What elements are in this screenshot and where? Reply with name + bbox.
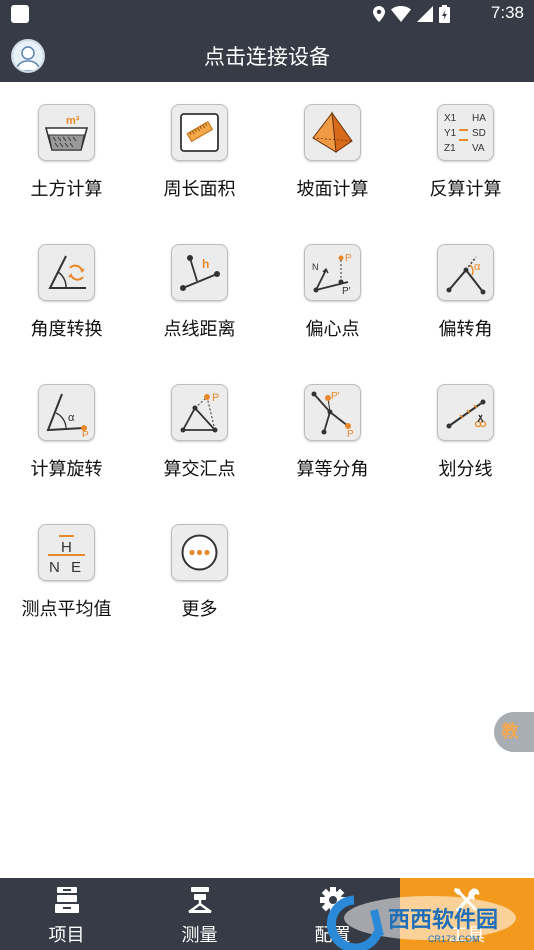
tool-divide-line[interactable]: 划分线 bbox=[399, 362, 532, 482]
tool-label: 更多 bbox=[181, 599, 218, 620]
tool-earthwork[interactable]: m³ 土方计算 bbox=[0, 82, 133, 202]
tool-point-average[interactable]: H N E 测点平均值 bbox=[0, 502, 133, 622]
tool-label: 反算计算 bbox=[429, 179, 502, 200]
tool-label: 偏心点 bbox=[305, 319, 360, 340]
svg-text:Z1: Z1 bbox=[444, 143, 456, 154]
svg-text:E: E bbox=[71, 559, 81, 576]
app-bar: 点击连接设备 bbox=[0, 28, 534, 82]
tool-intersection-point[interactable]: P 算交汇点 bbox=[133, 362, 266, 482]
tool-label: 算等分角 bbox=[296, 459, 369, 480]
svg-text:X1: X1 bbox=[444, 113, 457, 124]
point-line-distance-icon: h bbox=[171, 244, 228, 301]
svg-text:P: P bbox=[347, 429, 354, 437]
angle-convert-icon bbox=[38, 244, 95, 301]
point-average-icon: H N E bbox=[38, 524, 95, 581]
tool-angle-bisect[interactable]: P′ P 算等分角 bbox=[266, 362, 399, 482]
project-icon bbox=[55, 887, 79, 913]
tool-label: 测点平均值 bbox=[21, 599, 112, 620]
tab-project[interactable]: 项目 bbox=[0, 878, 133, 950]
tutorial-side-tab[interactable]: 教 bbox=[494, 712, 534, 752]
tab-label: 项目 bbox=[48, 925, 85, 946]
battery-icon bbox=[439, 5, 450, 23]
svg-text:P′: P′ bbox=[331, 391, 340, 402]
svg-text:SD: SD bbox=[472, 128, 486, 139]
svg-text:N: N bbox=[49, 559, 60, 576]
tool-eccentric-point[interactable]: N P P′ 偏心点 bbox=[266, 222, 399, 342]
wifi-icon bbox=[391, 6, 411, 22]
watermark-logo: 西西软件园 CR173.COM bbox=[326, 895, 516, 950]
deflection-angle-icon: α bbox=[437, 244, 494, 301]
svg-text:H: H bbox=[61, 539, 72, 556]
perimeter-area-icon bbox=[171, 104, 228, 161]
signal-icon bbox=[417, 6, 433, 22]
notification-icon bbox=[11, 5, 29, 23]
svg-text:α: α bbox=[68, 412, 75, 424]
svg-text:P: P bbox=[82, 430, 89, 437]
tool-slope[interactable]: 坡面计算 bbox=[266, 82, 399, 202]
tool-label: 划分线 bbox=[438, 459, 493, 480]
tab-label: 测量 bbox=[181, 925, 218, 946]
svg-text:h: h bbox=[202, 257, 209, 271]
status-icons bbox=[373, 5, 450, 23]
inverse-calc-icon: X1 Y1 Z1 HA SD VA bbox=[437, 104, 494, 161]
svg-text:西西软件园: 西西软件园 bbox=[388, 907, 498, 933]
tool-label: 坡面计算 bbox=[296, 179, 369, 200]
svg-text:VA: VA bbox=[472, 143, 485, 154]
svg-text:CR173.COM: CR173.COM bbox=[428, 934, 480, 944]
svg-text:Y1: Y1 bbox=[444, 128, 457, 139]
tool-label: 点线距离 bbox=[163, 319, 236, 340]
tool-label: 计算旋转 bbox=[30, 459, 103, 480]
tool-rotation-calc[interactable]: α P 计算旋转 bbox=[0, 362, 133, 482]
survey-instrument-icon bbox=[188, 887, 212, 914]
tool-point-line-distance[interactable]: h 点线距离 bbox=[133, 222, 266, 342]
svg-text:P′: P′ bbox=[342, 286, 351, 297]
rotation-calc-icon: α P bbox=[38, 384, 95, 441]
svg-text:N: N bbox=[312, 262, 319, 272]
clock: 7:38 bbox=[490, 3, 524, 22]
svg-text:m³: m³ bbox=[66, 115, 80, 127]
tool-more[interactable]: 更多 bbox=[133, 502, 266, 622]
tool-deflection-angle[interactable]: α 偏转角 bbox=[399, 222, 532, 342]
earthwork-icon: m³ bbox=[38, 104, 95, 161]
intersection-point-icon: P bbox=[171, 384, 228, 441]
tool-label: 算交汇点 bbox=[163, 459, 236, 480]
location-icon bbox=[373, 6, 385, 22]
tool-label: 偏转角 bbox=[438, 319, 493, 340]
status-bar: 7:38 bbox=[0, 0, 534, 28]
slope-icon bbox=[304, 104, 361, 161]
tab-survey[interactable]: 测量 bbox=[133, 878, 266, 950]
eccentric-point-icon: N P P′ bbox=[304, 244, 361, 301]
connect-device-title[interactable]: 点击连接设备 bbox=[0, 41, 534, 71]
more-icon bbox=[171, 524, 228, 581]
tool-perimeter-area[interactable]: 周长面积 bbox=[133, 82, 266, 202]
tool-inverse-calc[interactable]: X1 Y1 Z1 HA SD VA 反算计算 bbox=[399, 82, 532, 202]
angle-bisect-icon: P′ P bbox=[304, 384, 361, 441]
tool-label: 土方计算 bbox=[30, 179, 103, 200]
svg-text:α: α bbox=[474, 261, 481, 273]
tool-label: 周长面积 bbox=[163, 179, 236, 200]
tool-label: 角度转换 bbox=[30, 319, 103, 340]
svg-text:HA: HA bbox=[472, 113, 486, 124]
tool-angle-convert[interactable]: 角度转换 bbox=[0, 222, 133, 342]
svg-text:P: P bbox=[212, 392, 219, 404]
svg-text:P: P bbox=[345, 253, 352, 264]
divide-line-icon bbox=[437, 384, 494, 441]
